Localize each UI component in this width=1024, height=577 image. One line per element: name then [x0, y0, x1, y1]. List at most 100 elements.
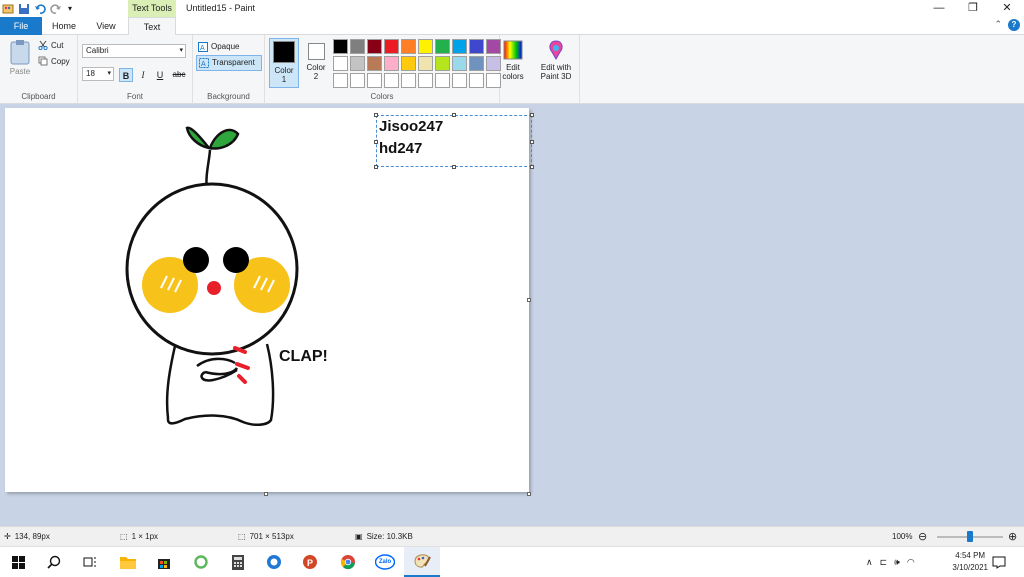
palette-swatch[interactable] [401, 39, 416, 54]
text-box-handle[interactable] [374, 140, 378, 144]
selection-icon: ⬚ [120, 532, 128, 541]
text-box-handle[interactable] [452, 113, 456, 117]
minimize-button[interactable]: — [922, 0, 956, 17]
palette-swatch[interactable] [469, 39, 484, 54]
canvas-resize-handle-corner[interactable] [527, 492, 531, 496]
palette-swatch[interactable] [418, 39, 433, 54]
palette-swatch[interactable] [452, 39, 467, 54]
network-device-icon[interactable]: ⊏ [880, 557, 888, 568]
clock[interactable]: 4:54 PM 3/10/2021 [952, 550, 988, 574]
store-button[interactable] [146, 547, 182, 577]
file-explorer-button[interactable] [110, 547, 146, 577]
drawing-canvas[interactable]: Jisoo247 hd247 CLAP! [5, 108, 534, 492]
character-body [165, 343, 275, 426]
zoom-in-button[interactable]: ⊕ [1008, 527, 1017, 547]
text-selection-box[interactable]: Jisoo247 hd247 [374, 113, 534, 169]
tab-home[interactable]: Home [46, 17, 82, 35]
palette-swatch[interactable] [367, 39, 382, 54]
text-line-2[interactable]: hd247 [377, 138, 531, 160]
palette-swatch[interactable] [333, 39, 348, 54]
copy-button[interactable]: Copy [38, 56, 70, 66]
palette-swatch[interactable] [384, 39, 399, 54]
search-button[interactable] [36, 547, 72, 577]
palette-swatch[interactable] [452, 73, 467, 88]
edit-with-paint3d-button[interactable]: Edit with Paint 3D [535, 39, 577, 81]
underline-button[interactable]: U [153, 68, 167, 82]
canvas-area[interactable]: Jisoo247 hd247 CLAP! [0, 104, 1024, 526]
color1-label: Color [274, 66, 294, 75]
zoom-slider-thumb[interactable] [967, 531, 973, 542]
volume-icon[interactable]: 🕪 [894, 557, 900, 568]
palette-swatch[interactable] [469, 56, 484, 71]
palette-swatch[interactable] [452, 56, 467, 71]
paint-app-icon[interactable] [2, 3, 14, 15]
palette-swatch[interactable] [384, 73, 399, 88]
help-icon[interactable]: ? [1008, 19, 1020, 31]
color2-button[interactable]: Color 2 [301, 38, 331, 88]
bold-button[interactable]: B [119, 68, 133, 82]
palette-swatch[interactable] [435, 73, 450, 88]
palette-swatch[interactable] [384, 56, 399, 71]
start-button[interactable] [0, 547, 36, 577]
palette-swatch[interactable] [418, 56, 433, 71]
show-hidden-icons-icon[interactable]: ∧ [866, 557, 873, 568]
text-box-handle[interactable] [530, 140, 534, 144]
opaque-button[interactable]: A Opaque [196, 39, 262, 55]
wifi-icon[interactable]: ◠ [907, 557, 915, 568]
customize-qat-icon[interactable]: ▾ [66, 3, 74, 15]
palette-swatch[interactable] [469, 73, 484, 88]
canvas-size: ⬚ 701 × 513px [238, 527, 294, 547]
font-family-select[interactable]: Calibri ▾ [82, 44, 186, 58]
paste-button[interactable]: Paste [6, 39, 34, 76]
palette-swatch[interactable] [333, 56, 348, 71]
palette-swatch[interactable] [401, 56, 416, 71]
edge-button[interactable] [256, 547, 292, 577]
notifications-button[interactable] [992, 547, 1006, 577]
palette-swatch[interactable] [350, 39, 365, 54]
palette-swatch[interactable] [350, 56, 365, 71]
tab-text[interactable]: Text [128, 17, 176, 35]
collapse-ribbon-icon[interactable]: ⌃ [994, 19, 1002, 30]
save-icon[interactable] [18, 3, 30, 15]
close-button[interactable]: ✕ [990, 0, 1024, 17]
calculator-button[interactable] [220, 547, 256, 577]
palette-swatch[interactable] [435, 39, 450, 54]
text-box-handle[interactable] [374, 165, 378, 169]
tab-file[interactable]: File [0, 17, 42, 35]
text-box-handle[interactable] [530, 113, 534, 117]
redo-icon[interactable] [50, 3, 62, 15]
tab-view[interactable]: View [88, 17, 124, 35]
canvas-resize-handle-bottom[interactable] [264, 492, 268, 496]
text-line-1[interactable]: Jisoo247 [377, 116, 531, 138]
task-view-button[interactable] [72, 547, 108, 577]
strikethrough-button[interactable]: abc [170, 68, 188, 82]
app-button[interactable] [183, 547, 219, 577]
palette-swatch[interactable] [367, 56, 382, 71]
paint-taskbar-button[interactable] [404, 547, 440, 577]
canvas-resize-handle-right[interactable] [527, 298, 531, 302]
paint3d-label-1: Edit with [540, 63, 572, 72]
font-size-select[interactable]: 18 ▾ [82, 67, 114, 81]
palette-swatch[interactable] [350, 73, 365, 88]
chrome-button[interactable] [330, 547, 366, 577]
palette-swatch[interactable] [418, 73, 433, 88]
undo-icon[interactable] [34, 3, 46, 15]
restore-button[interactable]: ❐ [956, 0, 990, 17]
color1-button[interactable]: Color 1 [269, 38, 299, 88]
text-box-handle[interactable] [530, 165, 534, 169]
color2-number: 2 [313, 72, 319, 81]
edit-colors-label-1: Edit [506, 63, 520, 72]
powerpoint-button[interactable]: P [292, 547, 328, 577]
palette-swatch[interactable] [333, 73, 348, 88]
transparent-button[interactable]: A Transparent [196, 55, 262, 71]
text-box-handle[interactable] [452, 165, 456, 169]
edit-colors-button[interactable]: Edit colors [498, 39, 528, 81]
palette-swatch[interactable] [367, 73, 382, 88]
text-box-handle[interactable] [374, 113, 378, 117]
palette-swatch[interactable] [401, 73, 416, 88]
cut-button[interactable]: Cut [38, 40, 63, 50]
zalo-button[interactable]: Zalo [367, 547, 403, 577]
zoom-out-button[interactable]: ⊖ [918, 527, 927, 547]
palette-swatch[interactable] [435, 56, 450, 71]
italic-button[interactable]: I [136, 68, 150, 82]
